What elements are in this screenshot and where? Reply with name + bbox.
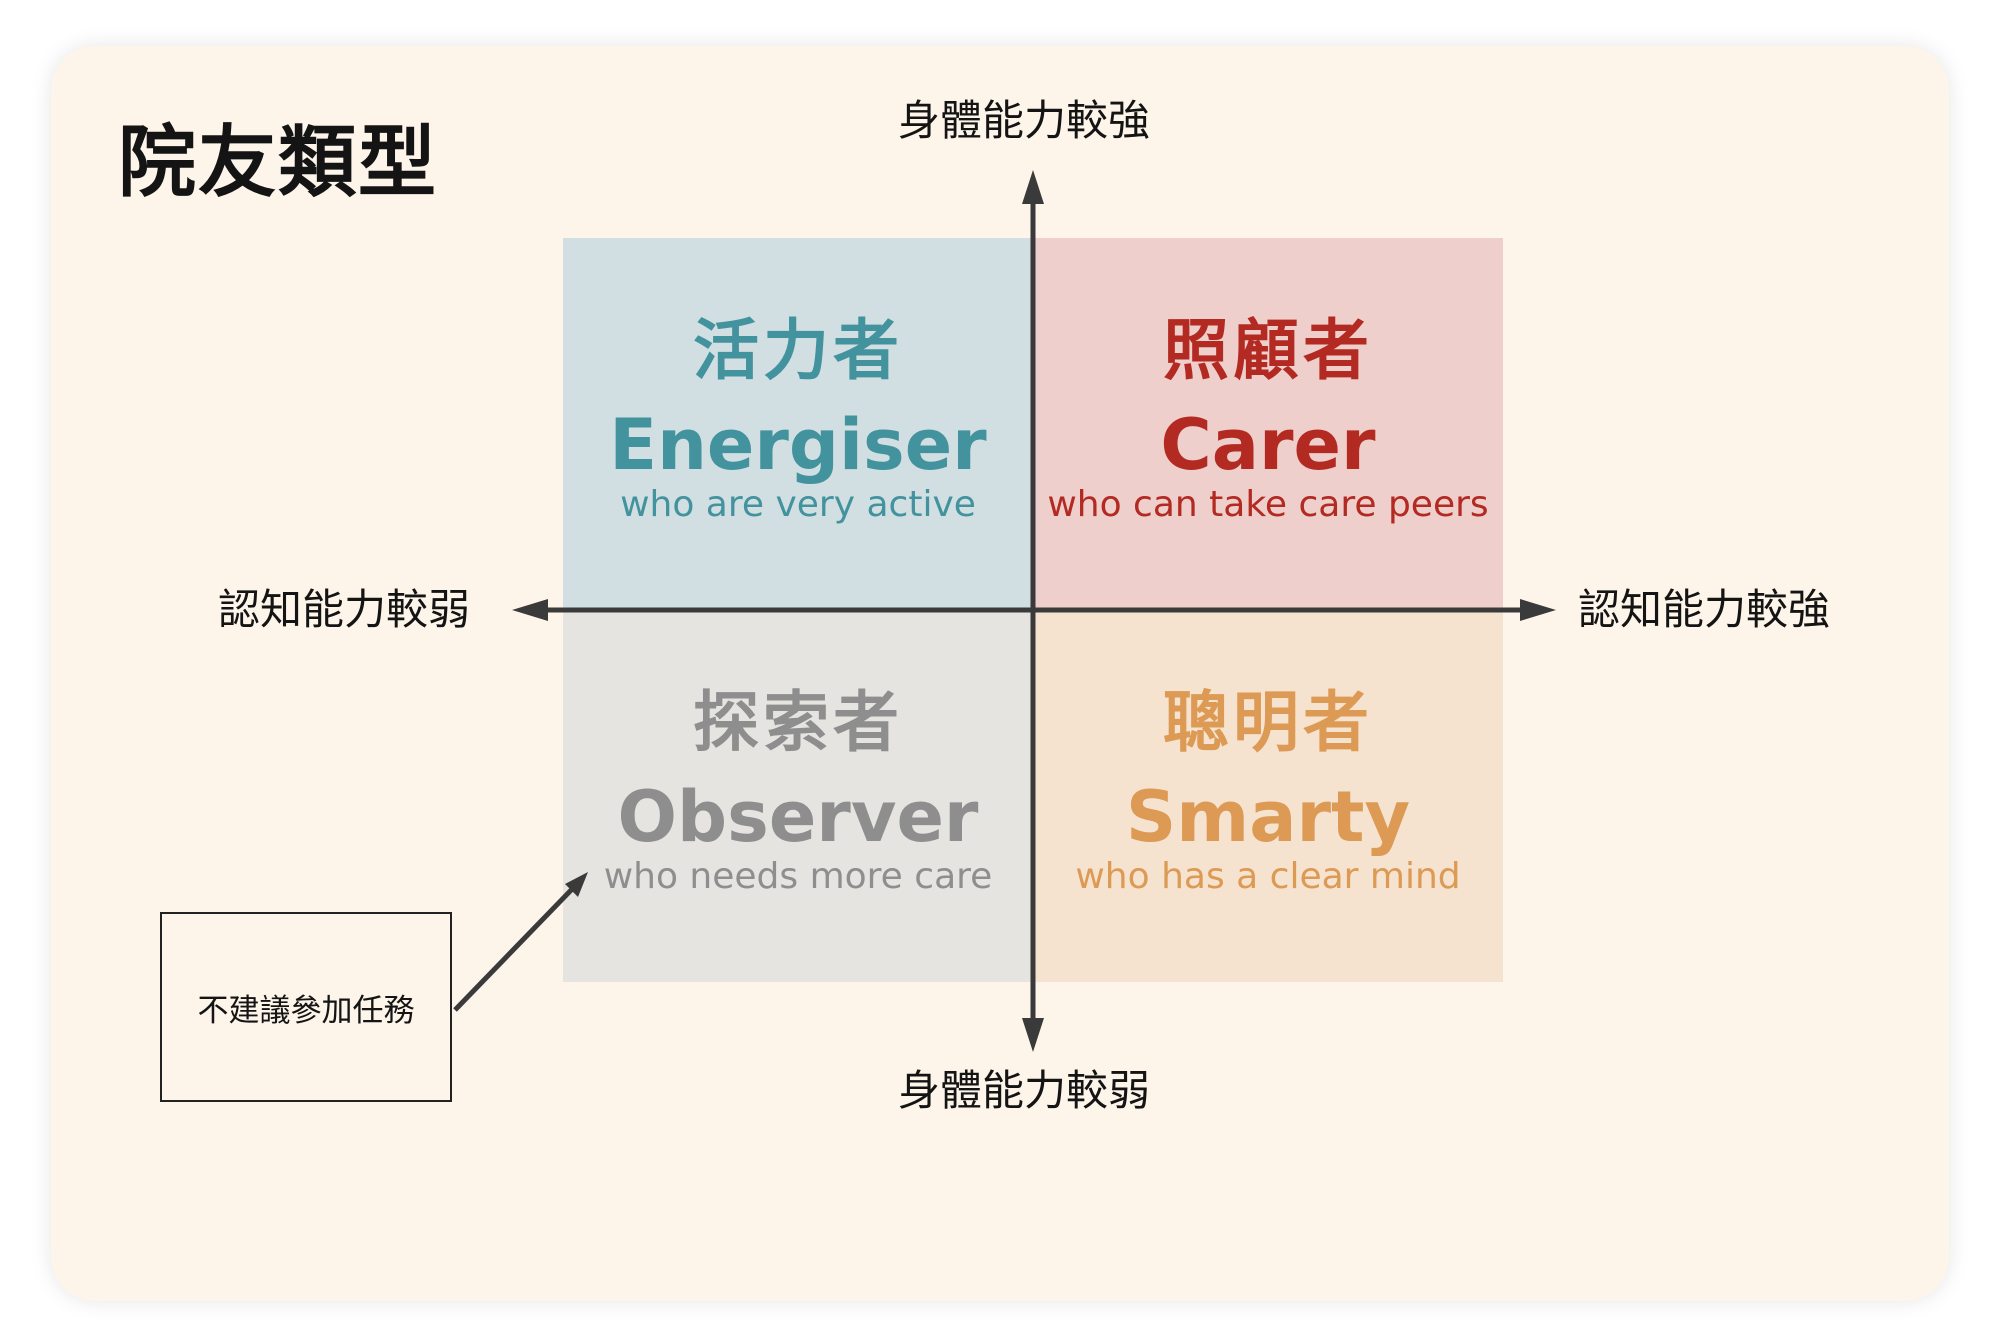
quadrant-carer-sub: who can take care peers [1047,484,1489,525]
quadrant-energiser-en: Energiser [609,404,987,486]
quadrant-observer: 探索者 Observer who needs more care [563,610,1033,982]
quadrant-observer-sub: who needs more care [603,856,993,897]
quadrant-smarty-en: Smarty [1125,776,1411,858]
callout-box: 不建議參加任務 [160,912,452,1102]
quadrant-smarty-zh: 聰明者 [1163,684,1373,761]
callout-text: 不建議參加任務 [197,992,415,1029]
quadrant-carer-en: Carer [1160,404,1376,486]
quadrant-energiser-zh: 活力者 [693,312,903,389]
axis-label-cognitive-weak: 認知能力較弱 [218,585,471,634]
axis-label-cognitive-strong: 認知能力較強 [1578,585,1831,634]
quadrant-smarty-sub: who has a clear mind [1075,856,1461,897]
quadrant-energiser-sub: who are very active [620,484,976,525]
diagram-canvas: 院友類型 活力者 Energiser who are very active 照… [0,0,1992,1342]
quadrant-energiser: 活力者 Energiser who are very active [563,238,1033,610]
quadrant-observer-en: Observer [617,776,979,858]
quadrant-carer: 照顧者 Carer who can take care peers [1033,238,1503,610]
quadrant-carer-zh: 照顧者 [1163,312,1373,389]
quadrant-observer-zh: 探索者 [693,684,903,761]
axis-label-physical-weak: 身體能力較弱 [898,1066,1151,1115]
axis-label-physical-strong: 身體能力較強 [898,96,1151,145]
diagram-title: 院友類型 [118,118,439,208]
quadrant-smarty: 聰明者 Smarty who has a clear mind [1033,610,1503,982]
